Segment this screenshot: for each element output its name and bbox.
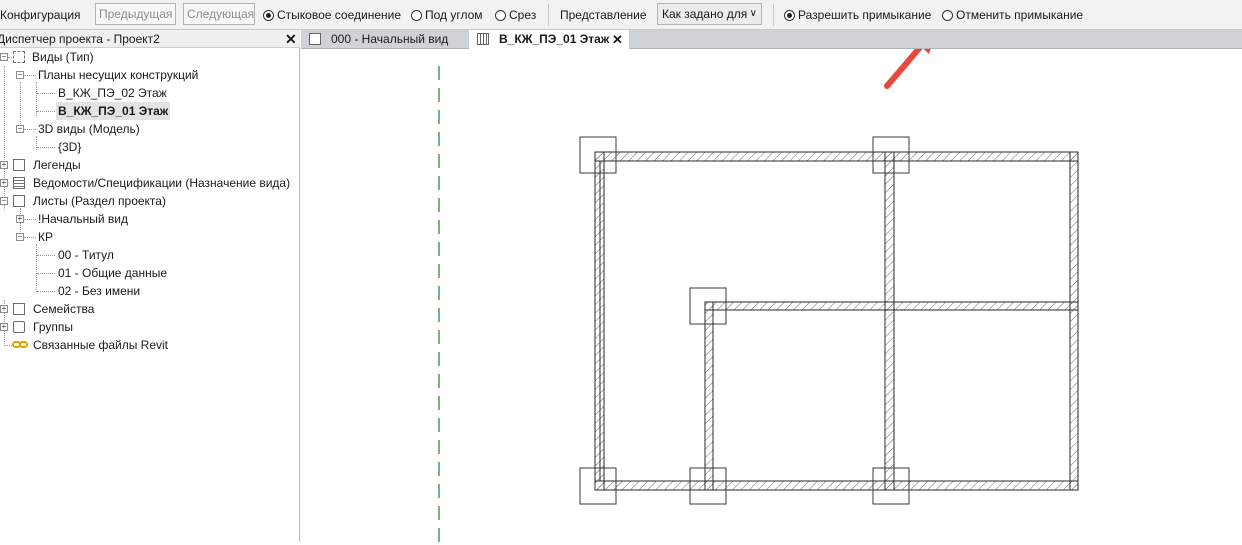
previous-button[interactable]: Предыдущая: [95, 3, 176, 25]
options-bar: Конфигурация Предыдущая Следующая Стыков…: [0, 0, 1242, 30]
tree-item-plan-floor-01[interactable]: В_КЖ_ПЭ_01 Этаж: [56, 102, 171, 120]
sheets-icon: [13, 195, 25, 207]
plan-view-icon: [477, 33, 489, 45]
columns[interactable]: [579, 136, 910, 505]
groups-icon: [13, 321, 25, 333]
view-tabs: 000 - Начальный вид В_КЖ_ПЭ_01 Этаж ✕: [301, 30, 1242, 49]
tree-line: [8, 57, 12, 58]
tree-item-start-view[interactable]: !Начальный вид: [38, 210, 128, 228]
browser-title: Диспетчер проекта - Проект2: [0, 32, 160, 46]
collapse-toggle[interactable]: −: [16, 71, 24, 79]
revit-links-icon: [12, 341, 30, 349]
tree-line: [37, 93, 55, 94]
radio-button[interactable]: [411, 10, 422, 21]
tree-item-3d[interactable]: {3D}: [58, 138, 81, 156]
tree-line: [24, 237, 36, 238]
display-select[interactable]: Как задано для ∨: [657, 3, 762, 25]
radio-button-selected[interactable]: [263, 10, 274, 21]
divider: [548, 4, 549, 26]
next-button[interactable]: Следующая: [183, 3, 255, 25]
wall-bottom: [594, 480, 1079, 491]
expand-toggle[interactable]: +: [0, 305, 8, 313]
radio-butt-joint[interactable]: Стыковое соединение: [263, 0, 401, 30]
tree-item-sheet-01[interactable]: 01 - Общие данные: [58, 264, 167, 282]
tree-item-sheet-00[interactable]: 00 - Титул: [58, 246, 114, 264]
tree-item-views[interactable]: Виды (Тип): [32, 48, 94, 66]
radio-allow-join[interactable]: Разрешить примыкание: [784, 0, 931, 30]
radio-button-selected[interactable]: [784, 10, 795, 21]
tree-line: [4, 345, 12, 346]
collapse-toggle[interactable]: −: [0, 53, 8, 61]
tree-item-kr[interactable]: КР: [38, 228, 53, 246]
wall-center-vertical: [884, 151, 895, 491]
expand-toggle[interactable]: +: [0, 161, 8, 169]
tree-item-3d-views[interactable]: 3D виды (Модель): [38, 120, 140, 138]
schedule-icon: [13, 177, 25, 189]
tree-item-sheets[interactable]: Листы (Раздел проекта): [33, 192, 166, 210]
legend-icon: [13, 159, 25, 171]
tree-line: [20, 82, 21, 130]
expand-toggle[interactable]: +: [0, 179, 8, 187]
tree-item-plan-floor-02[interactable]: В_КЖ_ПЭ_02 Этаж: [58, 84, 167, 102]
annotation-arrow: [884, 27, 938, 89]
tree-line: [37, 291, 55, 292]
walls[interactable]: [594, 151, 1079, 491]
tree-item-families[interactable]: Семейства: [33, 300, 94, 318]
radio-miter-joint[interactable]: Под углом: [411, 0, 483, 30]
collapse-toggle[interactable]: −: [0, 197, 8, 205]
radio-button[interactable]: [495, 10, 506, 21]
browser-title-bar: Диспетчер проекта - Проект2 ✕: [0, 30, 300, 48]
project-browser: Диспетчер проекта - Проект2 ✕ − Виды (Ти…: [0, 30, 300, 542]
tree-line: [37, 255, 55, 256]
tab-plan-floor-01[interactable]: В_КЖ_ПЭ_01 Этаж ✕: [469, 30, 629, 49]
tree-item-sheet-02[interactable]: 02 - Без имени: [58, 282, 140, 300]
collapse-toggle[interactable]: −: [16, 233, 24, 241]
expand-toggle[interactable]: +: [0, 323, 8, 331]
wall-inner-vertical: [704, 301, 714, 491]
tree-item-schedules[interactable]: Ведомости/Спецификации (Назначение вида): [33, 174, 290, 192]
wall-right: [1069, 151, 1079, 491]
tree-item-groups[interactable]: Группы: [33, 318, 73, 336]
close-icon[interactable]: ✕: [285, 30, 297, 48]
divider: [773, 4, 774, 26]
display-label: Представление: [560, 8, 647, 22]
collapse-toggle[interactable]: −: [16, 125, 24, 133]
tree-line: [37, 273, 55, 274]
expand-toggle[interactable]: +: [16, 215, 24, 223]
tree-item-revit-links[interactable]: Связанные файлы Revit: [33, 336, 168, 354]
radio-disallow-join[interactable]: Отменить примыкание: [942, 0, 1083, 30]
wall-core-lines: [599, 160, 1070, 482]
wall-top: [594, 151, 1079, 162]
drawing-canvas[interactable]: [301, 27, 1242, 542]
config-label: Конфигурация: [0, 8, 81, 22]
tree-item-structural-plans[interactable]: Планы несущих конструкций: [38, 66, 198, 84]
floor-plan-drawing: [438, 27, 1079, 542]
wall-middle-horizontal: [704, 301, 1079, 311]
tab-start-view[interactable]: 000 - Начальный вид: [301, 30, 469, 49]
sheet-icon: [309, 33, 321, 45]
tree-line: [4, 66, 5, 210]
tree-line: [37, 147, 55, 148]
views-icon: [13, 51, 25, 63]
tree-line: [36, 244, 37, 292]
families-icon: [13, 303, 25, 315]
radio-square-off[interactable]: Срез: [495, 0, 536, 30]
tree-line: [24, 75, 36, 76]
radio-button[interactable]: [942, 10, 953, 21]
tree-line: [37, 111, 55, 112]
close-icon[interactable]: ✕: [612, 30, 623, 49]
tree-item-legends[interactable]: Легенды: [33, 156, 81, 174]
tree-line: [24, 129, 36, 130]
tree-line: [24, 219, 36, 220]
chevron-down-icon: ∨: [749, 8, 757, 19]
